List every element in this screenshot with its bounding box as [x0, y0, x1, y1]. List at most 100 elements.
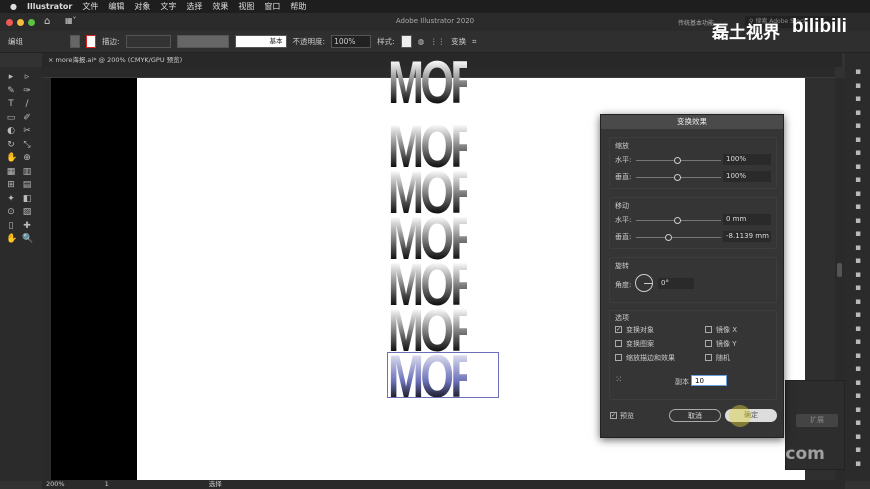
workspace-switcher[interactable]: 传统基本功能	[678, 18, 714, 27]
isolate-icon[interactable]: ⌗	[472, 37, 476, 47]
panel-icon[interactable]: ▪	[853, 445, 863, 455]
tool-button[interactable]: ▨	[22, 207, 32, 217]
scale-h-slider[interactable]	[636, 157, 721, 164]
panel-icon[interactable]: ▪	[853, 432, 863, 442]
panel-icon[interactable]: ▪	[853, 202, 863, 212]
tool-button[interactable]: ▯	[6, 221, 16, 231]
tool-button[interactable]: ◧	[22, 194, 32, 204]
tool-button[interactable]: ⊙	[6, 207, 16, 217]
panel-icon[interactable]: ▪	[853, 283, 863, 293]
cancel-button[interactable]: 取消	[669, 409, 721, 422]
angle-input[interactable]: 0°	[658, 278, 694, 289]
tool-button[interactable]: ↻	[6, 140, 16, 150]
menu-type[interactable]: 文字	[160, 1, 176, 12]
tool-button[interactable]: ⊞	[6, 180, 16, 190]
move-h-input[interactable]: 0 mm	[723, 214, 771, 225]
tool-button[interactable]: ▹	[22, 72, 32, 82]
slider-knob[interactable]	[674, 217, 681, 224]
panel-icon[interactable]: ▪	[853, 405, 863, 415]
panel-icon[interactable]: ▪	[853, 418, 863, 428]
panel-icon[interactable]: ▪	[853, 351, 863, 361]
menu-effect[interactable]: 效果	[212, 1, 228, 12]
panel-icon[interactable]: ▪	[853, 391, 863, 401]
angle-dial[interactable]	[635, 274, 653, 292]
panel-icon[interactable]: ▪	[853, 337, 863, 347]
variable-width-select[interactable]	[176, 35, 229, 48]
expand-button[interactable]: 扩展	[796, 414, 838, 427]
panel-icon[interactable]: ▪	[853, 162, 863, 172]
panel-icon[interactable]: ▪	[853, 189, 863, 199]
opacity-input[interactable]: 100%	[331, 35, 372, 48]
workspace-layout-icon[interactable]: ▦˅	[65, 16, 77, 25]
option-checkbox[interactable]	[705, 326, 712, 333]
panel-icon[interactable]: ▪	[853, 459, 863, 469]
panel-icon[interactable]: ▪	[853, 216, 863, 226]
menu-object[interactable]: 对象	[134, 1, 150, 12]
panel-icon[interactable]: ▪	[853, 364, 863, 374]
panel-icon[interactable]: ▪	[853, 229, 863, 239]
zoom-select[interactable]: 200%	[46, 480, 65, 489]
artboard-nav[interactable]: 1	[105, 480, 109, 489]
tool-button[interactable]: ▭	[6, 113, 16, 123]
option-checkbox[interactable]	[705, 340, 712, 347]
graphic-style-swatch[interactable]	[400, 35, 412, 48]
move-h-slider[interactable]	[636, 217, 721, 224]
menu-select[interactable]: 选择	[186, 1, 202, 12]
close-window-button[interactable]	[6, 19, 13, 26]
panel-icon[interactable]: ▪	[853, 324, 863, 334]
panel-icon[interactable]: ▪	[853, 94, 863, 104]
tool-button[interactable]: T	[6, 99, 16, 109]
scale-h-input[interactable]: 100%	[723, 154, 771, 165]
tool-button[interactable]: 🔍	[22, 234, 33, 244]
reference-point-icon[interactable]: ⁙	[615, 375, 623, 385]
panel-icon[interactable]: ▪	[853, 148, 863, 158]
panel-icon[interactable]: ▪	[853, 121, 863, 131]
tool-button[interactable]: ▸	[6, 72, 16, 82]
scale-v-slider[interactable]	[636, 174, 721, 181]
stroke-weight-input[interactable]	[125, 35, 171, 48]
menu-help[interactable]: 帮助	[290, 1, 306, 12]
fill-swatch[interactable]	[70, 35, 80, 48]
minimize-window-button[interactable]	[17, 19, 24, 26]
close-tab-icon[interactable]: ×	[48, 56, 53, 64]
brush-select[interactable]: 基本	[234, 35, 287, 48]
option-checkbox[interactable]	[615, 340, 622, 347]
tool-button[interactable]: ✑	[22, 86, 32, 96]
tool-button[interactable]: ✋	[6, 234, 17, 244]
panel-icon[interactable]: ▪	[853, 243, 863, 253]
selection-bounding-box[interactable]	[387, 352, 499, 398]
tool-button[interactable]: ✂	[22, 126, 32, 136]
tool-button[interactable]: ◐	[6, 126, 16, 136]
home-icon[interactable]: ⌂	[44, 16, 50, 27]
tool-button[interactable]: ▤	[22, 180, 32, 190]
move-v-input[interactable]: -8.1139 mm	[723, 231, 771, 242]
panel-icon[interactable]: ▪	[853, 175, 863, 185]
tool-button[interactable]: ✋	[6, 153, 17, 163]
scroll-thumb[interactable]	[837, 263, 842, 277]
tool-button[interactable]: ✎	[6, 86, 16, 96]
tool-button[interactable]: ✚	[22, 221, 32, 231]
slider-knob[interactable]	[674, 174, 681, 181]
panel-icon[interactable]: ▪	[853, 378, 863, 388]
apple-icon[interactable]: ●	[10, 2, 17, 11]
panel-icon[interactable]: ▪	[853, 310, 863, 320]
copies-input[interactable]: 10	[691, 375, 727, 386]
tool-button[interactable]: ▦	[6, 167, 16, 177]
slider-knob[interactable]	[674, 157, 681, 164]
menu-file[interactable]: 文件	[82, 1, 98, 12]
panel-icon[interactable]: ▪	[853, 256, 863, 266]
scale-v-input[interactable]: 100%	[723, 171, 771, 182]
menu-edit[interactable]: 编辑	[108, 1, 124, 12]
align-icon[interactable]: ⋮⋮	[430, 37, 445, 46]
recolor-icon[interactable]: ◍	[418, 37, 425, 46]
panel-icon[interactable]: ▪	[853, 108, 863, 118]
option-checkbox[interactable]: ✓	[615, 326, 622, 333]
status-tool[interactable]: 选择	[209, 480, 222, 489]
option-checkbox[interactable]	[615, 354, 622, 361]
stroke-swatch[interactable]	[86, 35, 96, 48]
menu-window[interactable]: 窗口	[264, 1, 280, 12]
transform-link[interactable]: 变换	[451, 36, 466, 47]
preview-checkbox[interactable]: ✓	[610, 412, 617, 419]
option-checkbox[interactable]	[705, 354, 712, 361]
menu-view[interactable]: 视图	[238, 1, 254, 12]
